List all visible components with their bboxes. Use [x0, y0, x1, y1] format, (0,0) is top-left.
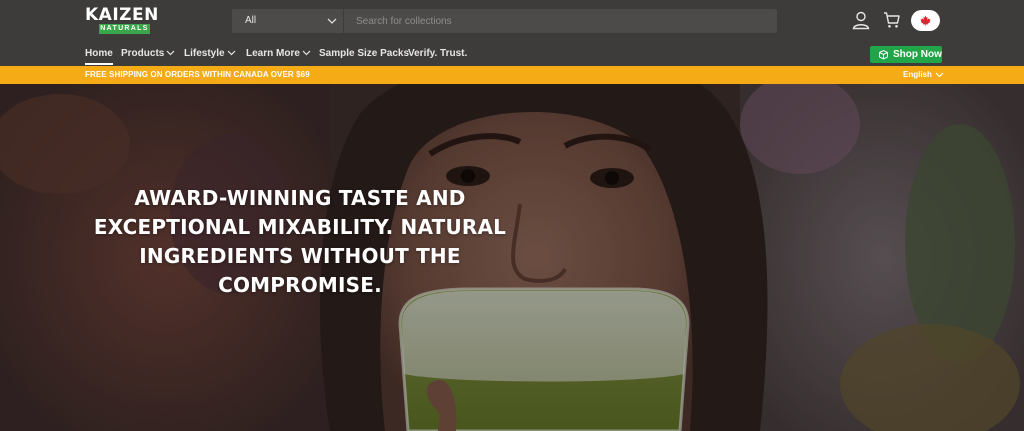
language-selector[interactable]: English	[903, 70, 932, 79]
nav-item-products[interactable]: Products	[121, 47, 175, 61]
hero-banner: AWARD-WINNING TASTE AND EXCEPTIONAL MIXA…	[0, 84, 1024, 431]
promo-text: FREE SHIPPING ON ORDERS WITHIN CANADA OV…	[85, 70, 310, 79]
promo-bar: FREE SHIPPING ON ORDERS WITHIN CANADA OV…	[0, 66, 1024, 84]
user-icon[interactable]	[851, 10, 871, 30]
logo-wordmark: KAIZEN	[85, 5, 159, 25]
nav-item-label: Sample Size Packs	[319, 48, 410, 59]
chevron-down-icon[interactable]	[935, 70, 944, 79]
search-category-label: All	[245, 15, 257, 26]
nav-item-label: Home	[85, 48, 113, 59]
logo-subtitle: NATURALS	[99, 24, 150, 34]
box-icon	[879, 49, 888, 60]
site-header: KAIZEN NATURALS All Home Products Lifest…	[0, 0, 1024, 66]
nav-item-home[interactable]: Home	[85, 47, 113, 65]
nav-item-verify-trust[interactable]: Verify. Trust.	[408, 47, 467, 61]
search-category-select[interactable]: All	[232, 9, 344, 33]
kaizen-logo[interactable]: KAIZEN NATURALS	[85, 7, 165, 34]
canada-flag-icon	[920, 15, 931, 26]
shop-now-button[interactable]: Shop Now	[870, 46, 942, 63]
chevron-down-icon	[302, 50, 311, 56]
shop-now-label: Shop Now	[893, 49, 942, 60]
chevron-down-icon	[327, 18, 337, 24]
nav-item-lifestyle[interactable]: Lifestyle	[184, 47, 236, 61]
nav-item-label: Products	[121, 48, 165, 59]
nav-item-sample-size-packs[interactable]: Sample Size Packs	[319, 47, 409, 61]
hero-headline: AWARD-WINNING TASTE AND EXCEPTIONAL MIXA…	[93, 186, 507, 297]
nav-item-learn-more[interactable]: Learn More	[246, 47, 311, 61]
chevron-down-icon	[227, 50, 236, 56]
region-selector-button[interactable]	[911, 10, 940, 31]
cart-icon[interactable]	[882, 10, 902, 30]
search-input[interactable]	[344, 9, 777, 33]
nav-item-label: Learn More	[246, 48, 300, 59]
nav-item-label: Verify. Trust.	[408, 48, 468, 59]
nav-item-label: Lifestyle	[184, 48, 225, 59]
chevron-down-icon	[166, 50, 175, 56]
search-bar: All	[232, 9, 777, 33]
